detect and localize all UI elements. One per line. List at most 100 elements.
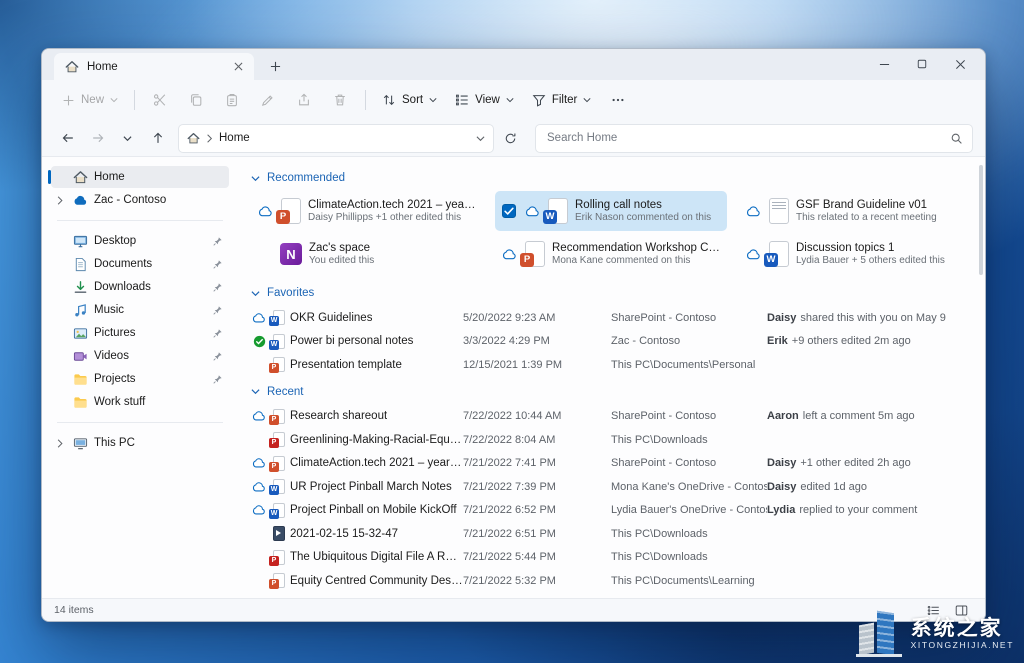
paste-button[interactable] xyxy=(215,85,249,115)
sidebar-item-music[interactable]: Music xyxy=(51,299,229,321)
chevron-right-icon[interactable] xyxy=(54,196,66,205)
table-row[interactable]: P The Ubiquitous Digital File A Review o.… xyxy=(251,546,967,570)
chevron-down-icon[interactable] xyxy=(251,175,260,182)
sidebar-item-this-pc[interactable]: This PC xyxy=(51,432,229,454)
activity-text: replied to your comment xyxy=(799,504,917,516)
cloud-icon xyxy=(257,206,273,217)
table-row[interactable]: PPresentation template 12/15/2021 1:39 P… xyxy=(251,353,967,377)
synced-check-icon xyxy=(251,335,267,348)
file-title: GSF Brand Guideline v01 xyxy=(796,199,937,211)
delete-button[interactable] xyxy=(323,85,357,115)
file-card[interactable]: P Recommendation Workshop ContentMona Ka… xyxy=(495,234,727,274)
sidebar-item-onedrive[interactable]: Zac - Contoso xyxy=(51,189,229,211)
sidebar-item-desktop[interactable]: Desktop xyxy=(51,230,229,252)
address-bar: Home xyxy=(42,120,985,157)
sidebar-item-downloads[interactable]: Downloads xyxy=(51,276,229,298)
table-row[interactable]: WProject Pinball on Mobile KickOff 7/21/… xyxy=(251,499,967,523)
sidebar-item-home[interactable]: Home xyxy=(51,166,229,188)
table-row[interactable]: WOKR Guidelines 5/20/2022 9:23 AM ShareP… xyxy=(251,306,967,330)
checkbox-checked-icon[interactable] xyxy=(501,204,517,218)
minimize-button[interactable] xyxy=(865,49,903,79)
file-date: 5/20/2022 9:23 AM xyxy=(463,312,611,324)
sidebar-item-projects[interactable]: Projects xyxy=(51,368,229,390)
share-button[interactable] xyxy=(287,85,321,115)
table-row[interactable]: 2021-02-15 15-32-47 7/21/2022 6:51 PM Th… xyxy=(251,522,967,546)
section-header-recent[interactable]: Recent xyxy=(251,383,967,401)
cloud-icon xyxy=(251,313,267,323)
file-location: Zac - Contoso xyxy=(611,335,767,347)
watermark-subtitle: XITONGZHIJIA.NET xyxy=(911,641,1014,651)
sidebar-item-label: This PC xyxy=(94,437,224,449)
file-name: The Ubiquitous Digital File A Review o..… xyxy=(290,551,463,563)
sidebar-item-label: Pictures xyxy=(94,327,205,339)
sidebar-item-label: Documents xyxy=(94,258,205,270)
sort-button[interactable]: Sort xyxy=(374,85,445,115)
rename-button[interactable] xyxy=(251,85,285,115)
table-row[interactable]: PClimateAction.tech 2021 – year in revie… xyxy=(251,452,967,476)
more-options-button[interactable] xyxy=(601,85,635,115)
close-button[interactable] xyxy=(941,49,979,79)
view-icon xyxy=(455,93,469,107)
activity-text: edited 1d ago xyxy=(800,481,867,493)
pdf-file-icon: P xyxy=(272,550,285,565)
explorer-body: Home Zac - Contoso xyxy=(42,157,985,598)
cloud-icon xyxy=(251,505,267,515)
search-input[interactable] xyxy=(545,131,944,145)
forward-button[interactable] xyxy=(84,125,111,151)
up-button[interactable] xyxy=(144,125,171,151)
file-location: This PC\Downloads xyxy=(611,528,767,540)
powerpoint-file-icon: P xyxy=(272,409,285,424)
new-tab-button[interactable] xyxy=(262,54,288,78)
table-row[interactable]: WUR Project Pinball March Notes 7/21/202… xyxy=(251,475,967,499)
sidebar-item-videos[interactable]: Videos xyxy=(51,345,229,367)
breadcrumb-location[interactable]: Home xyxy=(219,132,250,144)
file-card[interactable]: N Zac's spaceYou edited this xyxy=(251,234,483,274)
back-button[interactable] xyxy=(54,125,81,151)
recent-locations-button[interactable] xyxy=(114,125,141,151)
file-explorer-window: Home xyxy=(41,48,986,622)
copy-button[interactable] xyxy=(179,85,213,115)
address-dropdown-icon[interactable] xyxy=(476,135,485,142)
filter-button[interactable]: Filter xyxy=(524,85,600,115)
table-row[interactable]: PResearch shareout 7/22/2022 10:44 AM Sh… xyxy=(251,405,967,429)
file-name: OKR Guidelines xyxy=(290,312,372,324)
sidebar-item-pictures[interactable]: Pictures xyxy=(51,322,229,344)
file-date: 7/21/2022 6:52 PM xyxy=(463,504,611,516)
sidebar-item-label: Projects xyxy=(94,373,205,385)
sidebar-item-work-stuff[interactable]: Work stuff xyxy=(51,391,229,413)
file-card[interactable]: P ClimateAction.tech 2021 – year in...Da… xyxy=(251,191,483,231)
new-button-label: New xyxy=(81,94,104,106)
chevron-down-icon[interactable] xyxy=(251,388,260,395)
section-header-recommended[interactable]: Recommended xyxy=(251,169,967,187)
table-row[interactable]: PGreenlining-Making-Racial-Equity-Rea...… xyxy=(251,428,967,452)
pin-icon xyxy=(211,236,224,247)
chevron-right-icon[interactable] xyxy=(54,439,66,448)
chevron-down-icon[interactable] xyxy=(251,290,260,297)
sidebar-item-label: Videos xyxy=(94,350,205,362)
file-card[interactable]: W Discussion topics 1Lydia Bauer + 5 oth… xyxy=(739,234,971,274)
search-box[interactable] xyxy=(535,124,973,153)
sidebar-item-label: Music xyxy=(94,304,205,316)
chevron-down-icon xyxy=(110,97,118,103)
maximize-button[interactable] xyxy=(903,49,941,79)
tab-home[interactable]: Home xyxy=(54,53,254,80)
table-row[interactable]: PEquity Centred Community Design 7/21/20… xyxy=(251,569,967,593)
tab-close-icon[interactable] xyxy=(229,58,247,76)
breadcrumb[interactable]: Home xyxy=(178,124,494,153)
new-button[interactable]: New xyxy=(54,85,126,115)
sidebar-item-documents[interactable]: Documents xyxy=(51,253,229,275)
view-button[interactable]: View xyxy=(447,85,522,115)
search-icon[interactable] xyxy=(950,132,963,145)
vertical-scrollbar[interactable] xyxy=(979,165,983,275)
section-header-favorites[interactable]: Favorites xyxy=(251,284,967,302)
file-card-selected[interactable]: W Rolling call notesErik Nason commented… xyxy=(495,191,727,231)
cloud-icon xyxy=(524,206,540,217)
table-row[interactable]: WPower bi personal notes 3/3/2022 4:29 P… xyxy=(251,330,967,354)
cut-button[interactable] xyxy=(143,85,177,115)
file-date: 7/22/2022 10:44 AM xyxy=(463,410,611,422)
toolbar-separator xyxy=(365,90,366,110)
file-card[interactable]: GSF Brand Guideline v01This related to a… xyxy=(739,191,971,231)
activity-person: Erik xyxy=(767,335,788,347)
command-toolbar: New Sort xyxy=(42,80,985,120)
refresh-button[interactable] xyxy=(497,125,524,151)
